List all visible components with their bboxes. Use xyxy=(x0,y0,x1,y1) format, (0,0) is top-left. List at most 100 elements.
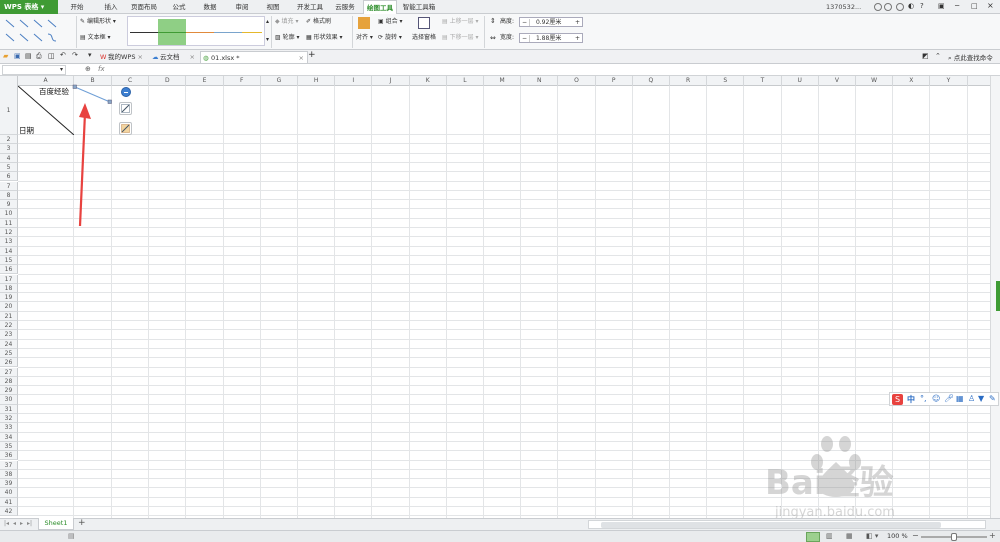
row-header-18[interactable]: 18 xyxy=(0,283,18,294)
row-header-3[interactable]: 3 xyxy=(0,144,18,154)
horizontal-scrollbar[interactable] xyxy=(588,520,986,529)
row-header-26[interactable]: 26 xyxy=(0,358,18,368)
document-tab-3[interactable]: ◍ 01.xlsx * × xyxy=(200,51,308,63)
column-header-m[interactable]: M xyxy=(484,76,522,86)
row-header-19[interactable]: 19 xyxy=(0,293,18,303)
print-preview-icon[interactable]: ◫ xyxy=(48,52,55,60)
user-ime-icon[interactable]: ♙ xyxy=(968,394,975,403)
column-header-f[interactable]: F xyxy=(224,76,261,86)
column-header-j[interactable]: J xyxy=(372,76,410,86)
row-header-30[interactable]: 30 xyxy=(0,395,18,405)
column-header-k[interactable]: K xyxy=(410,76,447,86)
close-tab-icon[interactable]: × xyxy=(190,51,195,63)
close-tab-icon[interactable]: × xyxy=(138,51,143,63)
column-header-g[interactable]: G xyxy=(261,76,298,86)
keyboard-icon[interactable]: ▦ xyxy=(956,394,964,403)
document-tab-2[interactable]: ☁ 云文档 × xyxy=(150,51,198,63)
width-value[interactable]: 1.88厘米 xyxy=(532,35,561,42)
zoom-level[interactable]: 100 % xyxy=(887,532,908,540)
row-header-39[interactable]: 39 xyxy=(0,479,18,489)
sogou-logo-icon[interactable]: S xyxy=(892,394,903,405)
width-stepper[interactable]: − 1.88厘米 + xyxy=(519,33,583,43)
search-command[interactable]: ⌕ 点此查找命令 xyxy=(948,52,993,63)
document-tab-1[interactable]: W 我的WPS × xyxy=(98,51,146,63)
cell-a1-bottom-text[interactable]: 日期 xyxy=(19,125,34,136)
reading-mode-icon[interactable]: ◧ ▾ xyxy=(866,532,878,540)
row-header-1[interactable]: 1 xyxy=(0,86,18,135)
row-header-15[interactable]: 15 xyxy=(0,255,18,266)
punctuation-icon[interactable]: °, xyxy=(920,394,927,403)
row-header-25[interactable]: 25 xyxy=(0,348,18,359)
row-header-13[interactable]: 13 xyxy=(0,237,18,247)
side-panel-toggle[interactable] xyxy=(996,281,1000,311)
row-header-14[interactable]: 14 xyxy=(0,246,18,256)
selection-pane-icon[interactable] xyxy=(418,17,430,29)
skin-icon[interactable]: ◐ xyxy=(908,2,914,10)
column-header-d[interactable]: D xyxy=(149,76,187,86)
column-header-x[interactable]: X xyxy=(893,76,931,86)
row-header-2[interactable]: 2 xyxy=(0,135,18,145)
close-icon[interactable]: × xyxy=(987,1,994,10)
row-header-33[interactable]: 33 xyxy=(0,423,18,433)
maximize-icon[interactable]: □ xyxy=(971,2,978,10)
column-header-a[interactable]: A xyxy=(18,76,74,86)
row-header-41[interactable]: 41 xyxy=(0,497,18,507)
wps-app-menu-button[interactable]: WPS 表格 ▾ xyxy=(0,0,58,14)
column-header-u[interactable]: U xyxy=(782,76,819,86)
row-header-42[interactable]: 42 xyxy=(0,507,18,517)
row-header-4[interactable]: 4 xyxy=(0,153,18,163)
zoom-in-button[interactable]: + xyxy=(989,531,996,540)
gallery-more-icon[interactable]: ▾ xyxy=(266,36,269,43)
format-painter-button[interactable]: ✐ 格式刷 xyxy=(306,18,331,26)
column-header-y[interactable]: Y xyxy=(930,76,968,86)
column-header-o[interactable]: O xyxy=(558,76,596,86)
ime-toolbar[interactable]: S 中 °, ☺ 🎤︎ ▦ ♙ ▼ ✎ xyxy=(889,392,999,406)
user-icon[interactable] xyxy=(874,3,882,11)
shape-effects-button[interactable]: ▦ 形状效果 ▾ xyxy=(306,34,343,42)
column-header-s[interactable]: S xyxy=(707,76,745,86)
restore-ribbon-icon[interactable]: ▣ xyxy=(938,2,945,10)
row-header-12[interactable]: 12 xyxy=(0,228,18,238)
collapse-ribbon-icon[interactable]: ⌃ xyxy=(935,52,941,60)
column-header-w[interactable]: W xyxy=(856,76,894,86)
formula-input[interactable] xyxy=(112,65,992,75)
group-button[interactable]: ▣ 组合 ▾ xyxy=(378,18,403,26)
row-header-28[interactable]: 28 xyxy=(0,376,18,387)
gallery-up-icon[interactable]: ▴ xyxy=(266,18,269,25)
row-header-17[interactable]: 17 xyxy=(0,274,18,284)
normal-view-button[interactable] xyxy=(806,532,820,542)
undo-icon[interactable]: ↶ xyxy=(60,51,66,59)
edit-shape-button[interactable]: ✎ 编辑形状 ▾ xyxy=(80,18,116,26)
row-header-24[interactable]: 24 xyxy=(0,339,18,349)
menu-tab-6[interactable]: 审阅 xyxy=(228,0,256,14)
emoji-icon[interactable]: ☺ xyxy=(932,394,940,403)
menu-tab-5[interactable]: 数据 xyxy=(196,0,224,14)
customize-toolbar-icon[interactable]: ▾ xyxy=(88,51,92,59)
macro-record-icon[interactable]: ▤ xyxy=(68,532,75,540)
account-name[interactable]: 1370532... xyxy=(826,0,861,14)
first-sheet-icon[interactable]: |◂ xyxy=(4,520,9,527)
name-box-dropdown-icon[interactable]: ▾ xyxy=(60,66,63,73)
row-header-20[interactable]: 20 xyxy=(0,302,18,312)
text-box-button[interactable]: ▤ 文本框 ▾ xyxy=(80,34,111,42)
row-header-29[interactable]: 29 xyxy=(0,386,18,396)
column-header-l[interactable]: L xyxy=(447,76,484,86)
redo-icon[interactable]: ↷ xyxy=(72,51,78,59)
column-header-h[interactable]: H xyxy=(298,76,336,86)
prev-sheet-icon[interactable]: ◂ xyxy=(13,520,16,527)
row-header-7[interactable]: 7 xyxy=(0,181,18,191)
column-header-t[interactable]: T xyxy=(744,76,782,86)
row-header-5[interactable]: 5 xyxy=(0,162,18,173)
voice-icon[interactable]: 🎤︎ xyxy=(944,394,954,403)
menu-tab-1[interactable]: 开始 xyxy=(62,0,92,14)
name-box[interactable]: ▾ xyxy=(2,65,66,75)
height-stepper[interactable]: − 0.92厘米 + xyxy=(519,17,583,27)
menu-tab-9[interactable]: 云服务 xyxy=(330,0,360,14)
close-tab-icon[interactable]: × xyxy=(299,52,304,64)
menu-tab-10[interactable]: 绘图工具 xyxy=(363,0,397,14)
minimize-icon[interactable]: ─ xyxy=(955,2,959,10)
row-header-6[interactable]: 6 xyxy=(0,172,18,182)
page-break-view-icon[interactable]: ▦ xyxy=(846,532,853,540)
save-icon[interactable]: ▣ xyxy=(14,52,21,60)
cell-a1-top-text[interactable]: 百度经验 xyxy=(39,86,69,97)
